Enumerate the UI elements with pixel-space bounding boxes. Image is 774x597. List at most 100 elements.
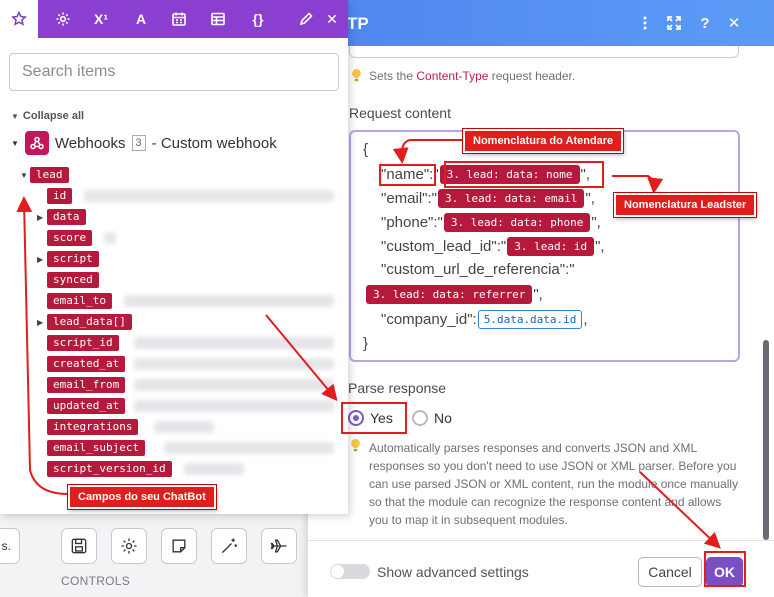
mapped-pill-phone[interactable]: 3. lead: data: phone: [443, 213, 591, 232]
webhook-logo-icon: [24, 131, 49, 155]
expand-icon[interactable]: [664, 13, 684, 33]
floppy-disk-icon: [71, 538, 87, 554]
parse-response-help: Automatically parses responses and conve…: [369, 441, 739, 527]
tree-item-id[interactable]: id: [37, 188, 73, 204]
annotation-chatbot: Campos do seu ChatBot: [68, 485, 216, 509]
webhook-count-badge: 3: [131, 135, 146, 151]
tree-item-email-from[interactable]: email_from: [37, 377, 126, 393]
calendar-icon: [172, 12, 186, 26]
caret-right-icon: ▶: [37, 212, 44, 222]
airplane-icon: [270, 539, 287, 553]
annotation-atendare: Nomenclatura do Atendare: [463, 129, 624, 153]
explain-flow-button[interactable]: [261, 528, 297, 564]
dialog-body: Sets the Content-Type request header. Re…: [308, 46, 774, 540]
cancel-button[interactable]: Cancel: [638, 557, 702, 587]
gear-icon: [56, 12, 70, 26]
code-line-custom-lead-id: "custom_lead_id":" 3. lead: id ",: [381, 237, 605, 256]
advanced-settings-label: Show advanced settings: [377, 564, 529, 580]
content-type-hint: Sets the Content-Type request header.: [350, 68, 575, 83]
tree-item-synced[interactable]: synced: [37, 272, 99, 288]
redacted-value: [164, 442, 334, 454]
tab-json[interactable]: {}: [239, 0, 277, 38]
annotation-leadster: Nomenclatura Leadster: [614, 193, 757, 217]
highlight-name-pill: [444, 161, 604, 188]
parse-no-radio[interactable]: No: [412, 410, 452, 426]
request-content-label: Request content: [349, 105, 451, 121]
lightbulb-icon: [352, 69, 361, 82]
redacted-value: [134, 379, 334, 391]
notes-button[interactable]: [161, 528, 197, 564]
collapse-all-toggle[interactable]: ▼ Collapse all: [11, 110, 84, 122]
close-icon[interactable]: ✕: [313, 0, 351, 38]
tree-item-email-subject[interactable]: email_subject: [37, 440, 146, 456]
tab-array[interactable]: [199, 0, 237, 38]
radio-unchecked-icon: [412, 410, 428, 426]
help-icon[interactable]: ?: [695, 13, 715, 33]
code-line-email: "email":" 3. lead: data: email ",: [381, 189, 595, 208]
lightbulb-icon: [351, 439, 360, 452]
redacted-value: [124, 295, 334, 307]
tree-item-data[interactable]: ▶ data: [37, 209, 86, 225]
caret-down-icon: ▼: [11, 111, 19, 121]
mapped-pill-email[interactable]: 3. lead: data: email: [438, 189, 585, 208]
code-line-company-id: "company_id": 5.data.data.id ,: [381, 310, 588, 329]
tree-item-script-version-id[interactable]: script_version_id: [37, 461, 172, 477]
tab-math[interactable]: X¹: [82, 0, 120, 38]
tree-item-lead[interactable]: ▼ lead: [20, 167, 69, 183]
webhook-module-row[interactable]: ▼ Webhooks 3 - Custom webhook: [11, 131, 277, 155]
content-type-field[interactable]: [349, 46, 739, 58]
redacted-value: [104, 232, 116, 244]
tree-item-updated-at[interactable]: updated_at: [37, 398, 126, 414]
tab-settings[interactable]: [44, 0, 82, 38]
tree-item-created-at[interactable]: created_at: [37, 356, 126, 372]
tree-item-script[interactable]: ▶ script: [37, 251, 99, 267]
caret-right-icon: ▶: [37, 254, 44, 264]
tab-date[interactable]: [160, 0, 198, 38]
highlight-parse-yes: [341, 402, 407, 434]
dialog-header: TP ? ✕: [308, 0, 774, 46]
note-icon: [172, 539, 186, 553]
content-type-link: Content-Type: [416, 68, 489, 83]
http-module-dialog: TP ? ✕ Sets the Content-Type request hea…: [308, 0, 774, 597]
code-open-brace: {: [363, 141, 369, 158]
caret-down-icon: ▼: [20, 170, 28, 180]
panel-tabs: X¹ A {} ✕: [0, 0, 348, 38]
highlight-name-key: [379, 164, 436, 186]
tab-text[interactable]: A: [122, 0, 160, 38]
advanced-settings-toggle[interactable]: [330, 564, 370, 579]
code-close-brace: }: [363, 335, 369, 352]
redacted-value: [154, 421, 214, 433]
auto-align-button[interactable]: [211, 528, 247, 564]
tree-item-email-to[interactable]: email_to: [37, 293, 112, 309]
magic-wand-icon: [221, 538, 237, 554]
mapped-pill-lead-id[interactable]: 3. lead: id: [507, 237, 595, 256]
redacted-value: [184, 463, 244, 475]
code-line-referrer: 3. lead: data: referrer ",: [365, 285, 543, 304]
mapped-pill-referrer[interactable]: 3. lead: data: referrer: [366, 285, 533, 304]
save-button[interactable]: [61, 528, 97, 564]
redacted-value: [134, 358, 334, 370]
caret-right-icon: ▶: [37, 317, 44, 327]
tree-item-score[interactable]: score: [37, 230, 93, 246]
tree-item-script-id[interactable]: script_id: [37, 335, 119, 351]
mapped-pill-company-id[interactable]: 5.data.data.id: [477, 310, 583, 329]
gear-icon: [121, 538, 137, 554]
tab-favorites[interactable]: [0, 0, 38, 38]
kebab-menu-icon[interactable]: [635, 13, 655, 33]
more-button[interactable]: s.: [0, 528, 20, 564]
code-line-custom-url: "custom_url_de_referencia":": [381, 261, 575, 278]
close-icon[interactable]: ✕: [724, 13, 744, 33]
caret-down-icon: ▼: [11, 138, 19, 148]
redacted-value: [134, 337, 334, 349]
tree-item-integrations[interactable]: integrations: [37, 419, 139, 435]
tree-item-lead-data[interactable]: ▶ lead_data[]: [37, 314, 132, 330]
dialog-scrollbar[interactable]: [763, 340, 769, 540]
star-icon: [11, 11, 27, 26]
redacted-value: [134, 400, 334, 412]
highlight-ok-button: [704, 551, 746, 587]
redacted-value: [84, 190, 334, 202]
settings-button[interactable]: [111, 528, 147, 564]
table-icon: [211, 12, 225, 26]
parse-response-label: Parse response: [348, 380, 447, 396]
search-input[interactable]: [9, 53, 339, 91]
